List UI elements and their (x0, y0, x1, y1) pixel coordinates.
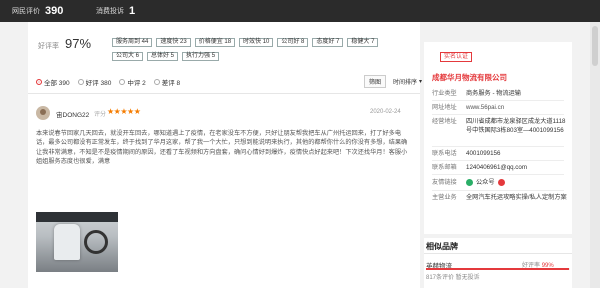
star-rating: ★★★★★ (107, 107, 141, 116)
reviews-stat[interactable]: 网民评价 390 (12, 0, 63, 22)
company-card: 实名认证 成都华月物流有限公司 行业类型 商务服务 - 物流运输 网址地址 ww… (424, 42, 572, 234)
reviews-label: 网民评价 (12, 8, 40, 15)
divider (432, 114, 564, 115)
filter-label: 好评 380 (85, 80, 112, 87)
rating-label: 好评率 (38, 43, 59, 50)
info-key: 网址地址 (432, 104, 457, 111)
info-row-phone: 联系电话 4001099156 (432, 149, 570, 158)
info-value: 4001099156 (466, 150, 501, 157)
info-row-links: 友情链接 公众号 (432, 178, 570, 187)
info-row-business: 主营业务 全网汽车托运攻略实操/私人定制方案 (432, 193, 570, 202)
radio-icon[interactable] (153, 79, 160, 85)
score-label: 评分 (94, 112, 107, 118)
tag-chip[interactable]: 公司大 6 (112, 52, 144, 61)
tag-chip[interactable]: 公司好 8 (277, 38, 309, 47)
divider (432, 190, 564, 191)
info-key: 行业类型 (432, 90, 457, 97)
filter-positive[interactable]: 好评 380 (77, 77, 112, 87)
divider (432, 174, 564, 175)
sort-label: 时间排序 (393, 80, 418, 86)
divider (432, 160, 564, 161)
wechat-label[interactable]: 公众号 (476, 178, 495, 187)
tag-chip[interactable]: 执行力强 5 (182, 52, 220, 61)
info-key: 主营业务 (432, 194, 457, 201)
sort-select[interactable]: 时间排序 ▾ (393, 77, 422, 86)
info-value: 1240406961@qq.com (466, 164, 527, 171)
radio-icon[interactable] (77, 79, 84, 85)
tag-chip[interactable]: 速度快 23 (156, 38, 191, 47)
avatar[interactable] (36, 106, 50, 120)
filter-negative[interactable]: 差评 8 (153, 77, 181, 87)
tag-chip[interactable]: 价格便宜 18 (194, 38, 236, 47)
similar-brands: 相似品牌 英赫物流 好评率 99% 817条评价 暂无投诉 (424, 238, 572, 288)
divider (28, 93, 420, 94)
tag-chip[interactable]: 时效快 10 (239, 38, 274, 47)
filter-label: 中评 2 (127, 80, 146, 87)
complaints-stat[interactable]: 消费投诉 1 (96, 0, 135, 22)
review-filters: 全部 390 好评 380 中评 2 差评 8 (36, 77, 180, 87)
filter-all[interactable]: 全部 390 (36, 77, 70, 87)
reviews-count: 390 (45, 5, 64, 17)
review-text: 本来说春节回家几天回去，就没开车回去，哪知道遇上了疫情，在老家没车不方便，只好让… (36, 130, 408, 166)
page-scrollbar[interactable] (590, 22, 600, 288)
filter-label: 全部 390 (44, 80, 70, 87)
scrollbar-thumb[interactable] (592, 26, 598, 66)
company-name[interactable]: 成都华月物流有限公司 (432, 72, 507, 83)
photo-steering-wheel (84, 230, 108, 254)
photo-seat (54, 224, 80, 260)
tag-chip[interactable]: 总体好 5 (147, 52, 179, 61)
with-image-button[interactable]: 筛图 (364, 75, 387, 88)
wechat-icon[interactable] (466, 179, 473, 186)
info-value: 全网汽车托运攻略实操/私人定制方案 (466, 194, 567, 201)
info-value: 四川省成都市龙泉驿区成龙大道1118号中铁国际3栋803室—4001099156 (466, 118, 566, 134)
divider (432, 100, 564, 101)
rating-bar-fill (426, 268, 569, 270)
photo-dashboard (36, 212, 118, 222)
divider (432, 146, 564, 147)
review-photo[interactable] (36, 212, 118, 272)
chevron-down-icon: ▾ (419, 79, 423, 85)
stats-bar: 网民评价 390 消费投诉 1 (0, 0, 600, 22)
section-title: 相似品牌 (426, 242, 458, 251)
info-row-email: 联系邮箱 1240406961@qq.com (432, 163, 570, 172)
info-row-address: 经营地址 四川省成都市龙泉驿区成龙大道1118号中铁国际3栋803室—40010… (432, 117, 570, 135)
rating-bar (426, 268, 570, 270)
website-link[interactable]: www.56pai.cn (466, 103, 570, 112)
info-key: 经营地址 (432, 118, 457, 125)
info-key: 友情链接 (432, 179, 457, 186)
review-username[interactable]: 宙DONG22 (56, 109, 89, 119)
brand-meta: 817条评价 暂无投诉 (426, 275, 480, 281)
review-date: 2020-02-24 (370, 109, 401, 115)
filter-label: 差评 8 (161, 80, 181, 87)
info-key: 联系电话 (432, 150, 457, 157)
info-value: 商务服务 - 物流运输 (466, 90, 521, 97)
tag-chip[interactable]: 态度好 7 (312, 38, 344, 47)
tag-cloud: 服务周到 44 速度快 23 价格便宜 18 时效快 10 公司好 8 态度好 … (112, 38, 382, 61)
complaints-label: 消费投诉 (96, 8, 124, 15)
info-row-industry: 行业类型 商务服务 - 物流运输 (432, 89, 570, 98)
filter-neutral[interactable]: 中评 2 (119, 77, 146, 87)
tag-chip[interactable]: 稳健大 7 (347, 38, 379, 47)
info-row-website: 网址地址 www.56pai.cn (432, 103, 570, 112)
review-panel: 好评率 97% 服务周到 44 速度快 23 价格便宜 18 时效快 10 公司… (28, 22, 422, 288)
rating-summary: 好评率 97% (38, 36, 91, 51)
tag-chip[interactable]: 服务周到 44 (112, 38, 153, 47)
weibo-icon[interactable] (497, 179, 505, 186)
radio-icon[interactable] (36, 79, 42, 85)
verified-badge: 实名认证 (440, 52, 473, 62)
divider (424, 253, 572, 254)
rating-percent: 97% (65, 36, 92, 51)
social-links: 公众号 (466, 178, 570, 187)
info-key: 联系邮箱 (432, 164, 457, 171)
radio-icon[interactable] (119, 79, 126, 85)
complaints-count: 1 (129, 5, 136, 17)
